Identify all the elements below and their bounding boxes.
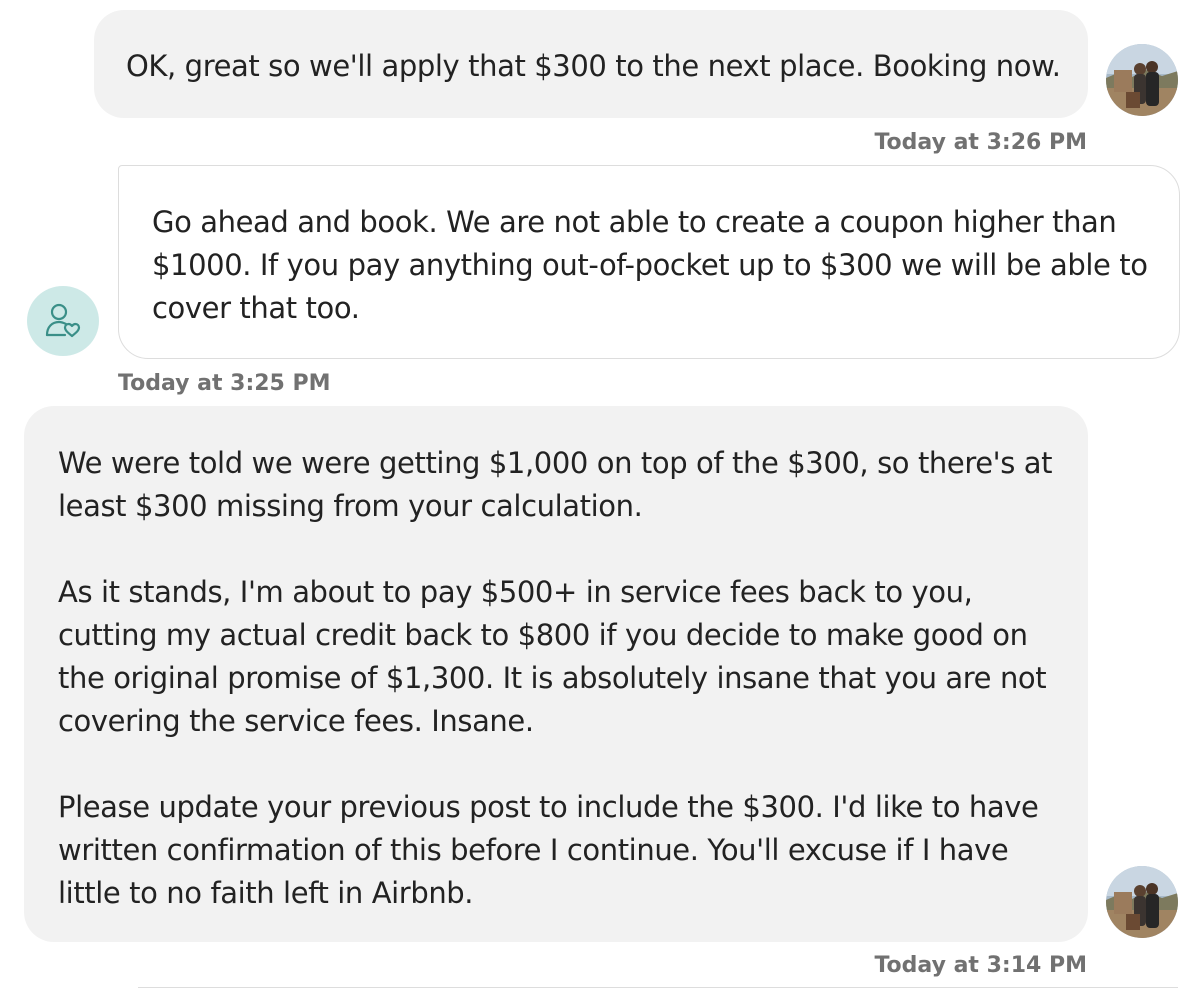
message-paragraph: As it stands, I'm about to pay $500+ in … (58, 575, 1047, 738)
user-avatar[interactable] (1106, 44, 1178, 116)
message-bubble-received: Go ahead and book. We are not able to cr… (118, 165, 1180, 359)
message-paragraph: We were told we were getting $1,000 on t… (58, 446, 1053, 523)
message-timestamp: Today at 3:14 PM (874, 953, 1087, 978)
support-avatar[interactable] (27, 286, 99, 356)
user-avatar[interactable] (1106, 866, 1178, 938)
message-bubble-sent: We were told we were getting $1,000 on t… (24, 406, 1088, 942)
message-text: Go ahead and book. We are not able to cr… (152, 205, 1148, 325)
support-person-heart-icon (45, 303, 81, 338)
user-photo-avatar-icon (1106, 866, 1178, 938)
message-text: OK, great so we'll apply that $300 to th… (126, 49, 1061, 83)
message-thread: OK, great so we'll apply that $300 to th… (0, 0, 1200, 990)
message-timestamp: Today at 3:26 PM (874, 130, 1087, 155)
user-photo-avatar-icon (1106, 44, 1178, 116)
message-paragraph: Please update your previous post to incl… (58, 790, 1039, 910)
message-bubble-sent: OK, great so we'll apply that $300 to th… (94, 10, 1088, 118)
message-timestamp: Today at 3:25 PM (118, 371, 331, 396)
